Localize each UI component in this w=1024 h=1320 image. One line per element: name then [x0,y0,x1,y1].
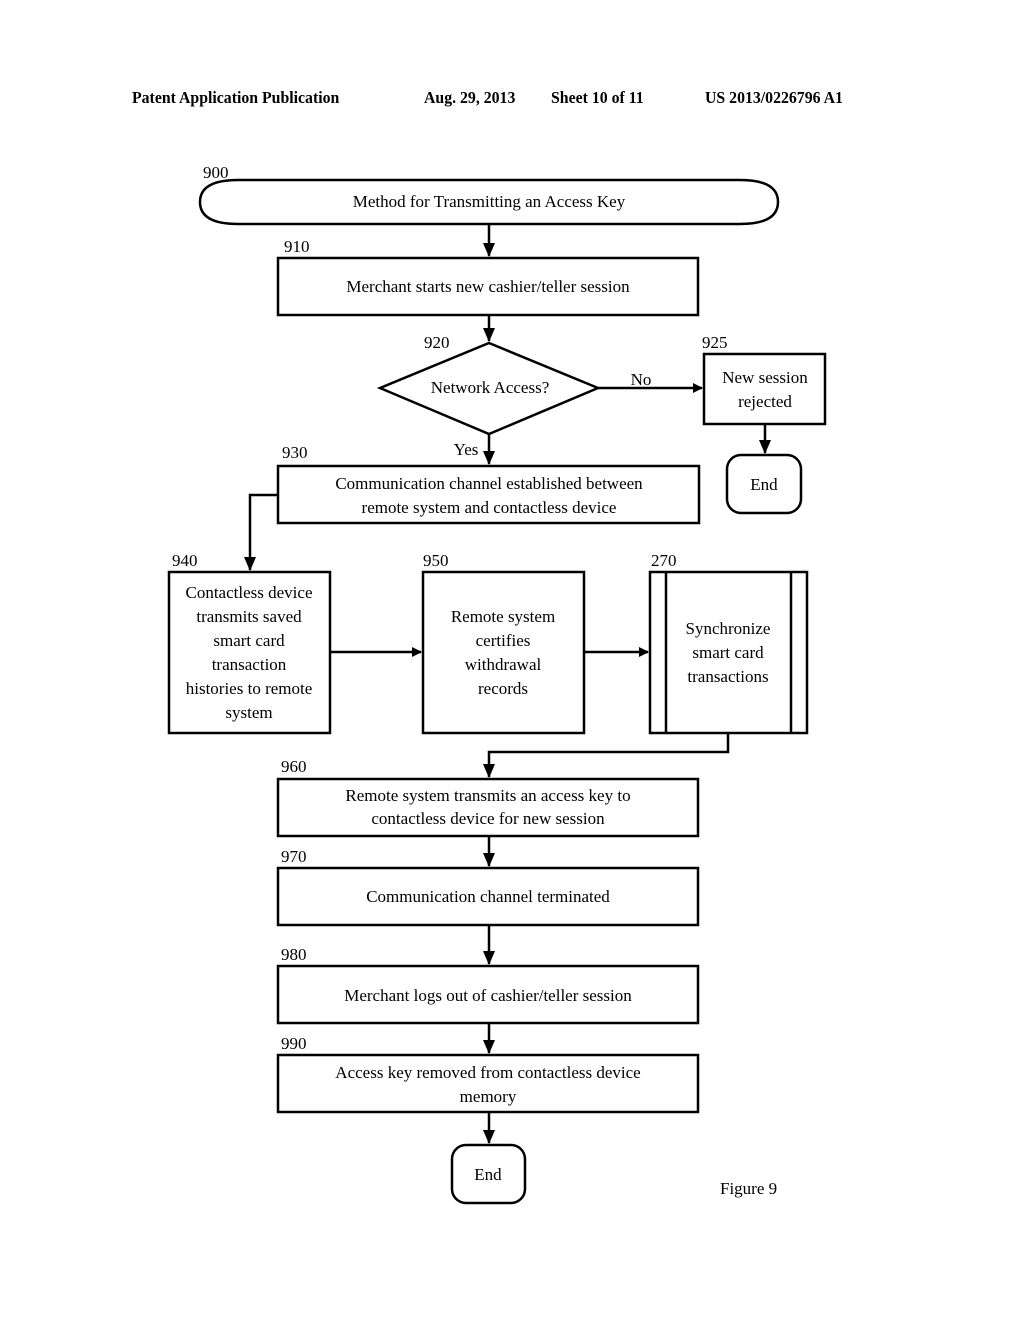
yes-label: Yes [454,440,479,459]
ref-920: 920 [424,333,450,352]
step-270-line-3: transactions [687,667,768,686]
step-910-line-1: Merchant starts new cashier/teller sessi… [346,277,630,296]
step-925-box [702,352,827,426]
ref-950: 950 [423,551,449,570]
step-950-box [421,570,586,735]
end-1-label: End [750,475,778,494]
decision-920-label: Network Access? [431,378,550,397]
step-980-line-1: Merchant logs out of cashier/teller sess… [344,986,632,1005]
step-270-line-1: Synchronize [686,619,771,638]
ref-270: 270 [651,551,677,570]
start-label: Method for Transmitting an Access Key [353,192,626,211]
figure-label: Figure 9 [720,1179,777,1198]
step-930-line-1: Communication channel established betwee… [335,474,643,493]
step-940-line-6: system [225,703,272,722]
end-2-label: End [474,1165,502,1184]
step-950-line-3: withdrawal [465,655,542,674]
connector-930-940 [244,493,278,571]
step-940-line-2: transmits saved [196,607,302,626]
ref-940: 940 [172,551,198,570]
step-960-line-2: contactless device for new session [371,809,605,828]
step-940-line-5: histories to remote [186,679,313,698]
ref-900: 900 [203,163,229,182]
ref-910: 910 [284,237,310,256]
step-930-line-2: remote system and contactless device [362,498,617,517]
ref-960: 960 [281,757,307,776]
step-950-line-2: certifies [476,631,531,650]
step-925-line-1: New session [722,368,808,387]
step-940-line-1: Contactless device [186,583,313,602]
step-950-line-1: Remote system [451,607,555,626]
ref-980: 980 [281,945,307,964]
step-960-line-1: Remote system transmits an access key to [345,786,630,805]
step-940-line-3: smart card [213,631,285,650]
flowchart: 900 910 920 925 930 940 950 270 960 970 … [167,163,827,1205]
ref-925: 925 [702,333,728,352]
step-990-line-1: Access key removed from contactless devi… [335,1063,640,1082]
no-label: No [631,370,652,389]
step-925-line-2: rejected [738,392,792,411]
ref-930: 930 [282,443,308,462]
ref-990: 990 [281,1034,307,1053]
connector-270-960 [483,733,730,778]
step-970-line-1: Communication channel terminated [366,887,610,906]
step-950-line-4: records [478,679,528,698]
step-270-line-2: smart card [692,643,764,662]
step-990-line-2: memory [460,1087,517,1106]
ref-970: 970 [281,847,307,866]
step-940-line-4: transaction [212,655,287,674]
